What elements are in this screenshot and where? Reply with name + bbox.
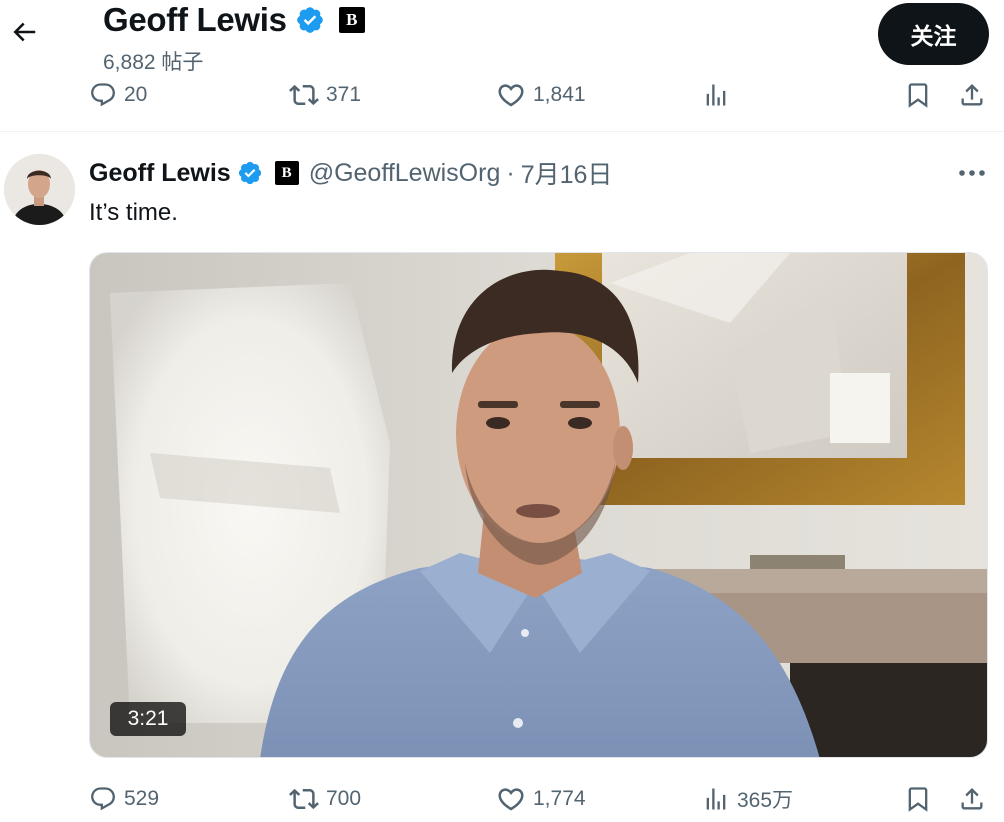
profile-name: Geoff Lewis [103,1,287,38]
video-player[interactable] [89,252,988,758]
share-icon [961,788,983,810]
tweet-handle[interactable]: @GeoffLewisOrg [309,159,501,188]
more-dots-icon [959,170,985,176]
repost-button[interactable]: 700 [289,779,361,819]
reply-count: 529 [124,787,160,810]
views-button[interactable]: 365万 [702,779,793,819]
tweet-author-name[interactable]: Geoff Lewis [89,159,231,188]
repost-button[interactable]: 371 [289,75,361,115]
heart-icon [498,84,524,107]
tweet-date[interactable]: 7月16日 [521,155,613,191]
share-button[interactable] [958,75,986,115]
like-button[interactable]: 1,841 [496,75,586,115]
back-button[interactable] [6,14,42,50]
views-button[interactable] [702,75,730,115]
share-button[interactable] [958,779,986,819]
repost-count: 371 [326,83,362,106]
views-chart-icon [706,788,726,810]
tweet-action-bar: 529 700 1,774 365万 [0,779,1004,819]
video-thumbnail [90,253,987,757]
post-count: 6,882 帖子 [103,51,204,74]
bookmark-button[interactable] [904,75,932,115]
arrow-left-icon [13,22,36,42]
bookmark-icon [908,83,928,108]
profile-header: Geoff Lewis B 6,882 帖子 关注 20 371 1,841 [0,0,1004,132]
affiliate-badge[interactable]: B [274,161,299,185]
more-options-button[interactable] [952,157,992,189]
view-count: 365万 [737,789,794,812]
share-icon [961,84,983,106]
like-count: 1,841 [533,83,586,106]
reply-button[interactable]: 20 [89,75,147,115]
repost-icon [289,788,319,810]
repost-icon [289,84,319,106]
views-chart-icon [706,84,726,106]
repost-count: 700 [326,787,362,810]
reply-icon [91,787,115,811]
affiliate-badge[interactable]: B [338,7,365,33]
verified-badge-icon [296,7,323,33]
top-action-bar: 20 371 1,841 [0,75,1004,115]
video-duration: 3:21 [110,702,186,736]
reply-count: 20 [124,83,148,106]
bookmark-button[interactable] [904,779,932,819]
bookmark-icon [908,787,928,812]
heart-icon [498,788,524,811]
like-count: 1,774 [533,787,586,810]
verified-badge-icon [238,161,261,185]
avatar[interactable] [4,154,75,225]
header-name-row: Geoff Lewis B [103,0,365,40]
reply-button[interactable]: 529 [89,779,159,819]
follow-button[interactable]: 关注 [878,3,989,65]
separator-dot: · [506,158,515,187]
like-button[interactable]: 1,774 [496,779,586,819]
reply-icon [91,83,115,107]
tweet-text: It’s time. [89,199,178,226]
header-divider [0,131,1004,132]
tweet-header: Geoff Lewis B @GeoffLewisOrg · 7月16日 [89,155,612,191]
